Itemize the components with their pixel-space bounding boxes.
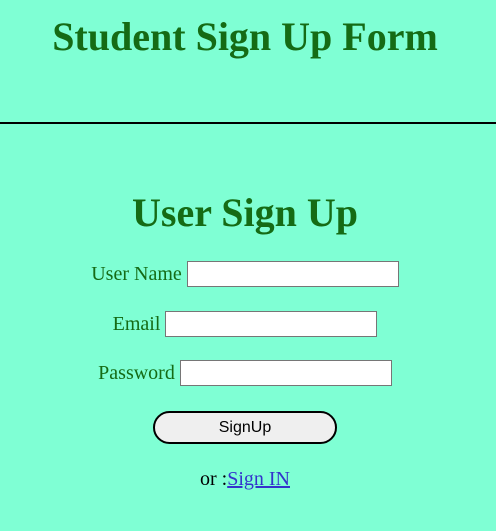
signin-prefix: or : [199,468,228,490]
password-row: Password [0,360,490,386]
header-divider [0,122,496,124]
email-input[interactable] [165,311,378,337]
username-input[interactable] [186,261,399,287]
password-label: Password [98,361,175,384]
signin-line: or :Sign IN [0,468,490,491]
page-title: Student Sign Up Form [52,14,438,59]
username-row: User Name [0,261,490,287]
email-row: Email [0,311,490,337]
signup-button[interactable]: SignUp [153,411,337,444]
email-label: Email [112,312,161,335]
password-input[interactable] [179,360,392,386]
username-label: User Name [91,262,182,285]
signin-link[interactable]: Sign IN [227,468,290,490]
form-title: User Sign Up [132,190,358,235]
